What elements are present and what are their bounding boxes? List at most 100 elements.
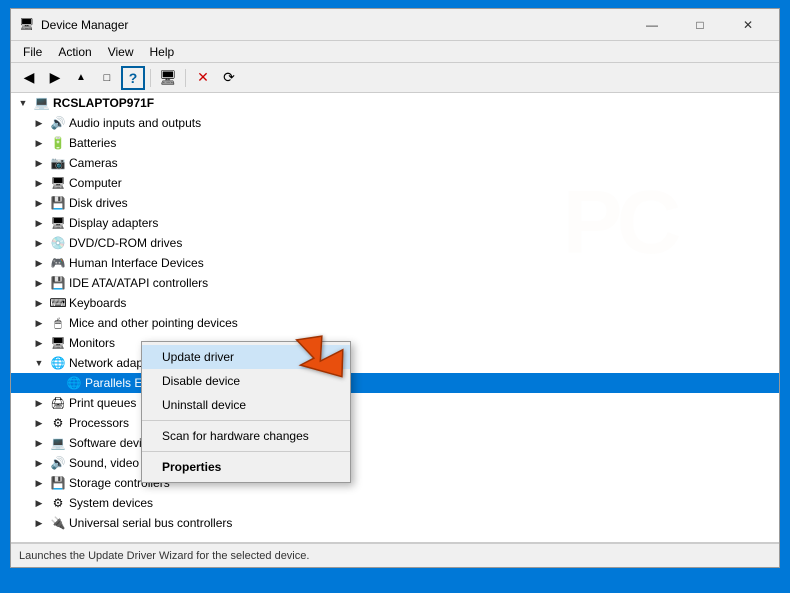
monitors-expand[interactable]: ▶ — [31, 335, 47, 351]
tree-item-storage[interactable]: ▶ 💾 Storage controllers — [11, 473, 779, 493]
ctx-sep1 — [142, 420, 350, 421]
ctx-uninstall-device[interactable]: Uninstall device — [142, 393, 350, 417]
context-menu: Update driver Disable device Uninstall d… — [141, 341, 351, 483]
menu-file[interactable]: File — [15, 43, 50, 61]
scan-button[interactable]: ⟳ — [217, 66, 241, 90]
disk-expand[interactable]: ▶ — [31, 195, 47, 211]
tree-item-computer[interactable]: ▶ 🖥 Computer — [11, 173, 779, 193]
display-icon: 🖥 — [50, 215, 66, 231]
computer-button[interactable]: 🖥 — [156, 66, 180, 90]
cameras-label: Cameras — [69, 156, 118, 170]
processors-icon: ⚙ — [50, 415, 66, 431]
mice-icon: 🖱 — [50, 315, 66, 331]
window-title: Device Manager — [41, 18, 629, 32]
software-expand[interactable]: ▶ — [31, 435, 47, 451]
audio-expand[interactable]: ▶ — [31, 115, 47, 131]
hid-icon: 🎮 — [50, 255, 66, 271]
mice-label: Mice and other pointing devices — [69, 316, 238, 330]
tree-item-ide[interactable]: ▶ 💾 IDE ATA/ATAPI controllers — [11, 273, 779, 293]
ctx-properties[interactable]: Properties — [142, 455, 350, 479]
cameras-expand[interactable]: ▶ — [31, 155, 47, 171]
show-hidden-button[interactable]: □ — [95, 66, 119, 90]
network-expand[interactable]: ▼ — [31, 355, 47, 371]
hid-expand[interactable]: ▶ — [31, 255, 47, 271]
device-tree[interactable]: PC ▼ 💻 RCSLAPTOP971F ▶ 🔊 Audio inputs an… — [11, 93, 779, 543]
batteries-icon: 🔋 — [50, 135, 66, 151]
tree-item-software[interactable]: ▶ 💻 Software devices — [11, 433, 779, 453]
processors-label: Processors — [69, 416, 129, 430]
ide-expand[interactable]: ▶ — [31, 275, 47, 291]
system-expand[interactable]: ▶ — [31, 495, 47, 511]
tree-item-hid[interactable]: ▶ 🎮 Human Interface Devices — [11, 253, 779, 273]
tree-item-parallels[interactable]: ▶ 🌐 Parallels Ethernet Adapter — [11, 373, 779, 393]
computer-expand[interactable]: ▶ — [31, 175, 47, 191]
software-icon: 💻 — [50, 435, 66, 451]
parallels-icon: 🌐 — [66, 375, 82, 391]
hid-label: Human Interface Devices — [69, 256, 204, 270]
processors-expand[interactable]: ▶ — [31, 415, 47, 431]
tree-item-keyboards[interactable]: ▶ ⌨ Keyboards — [11, 293, 779, 313]
tree-root[interactable]: ▼ 💻 RCSLAPTOP971F — [11, 93, 779, 113]
audio-icon: 🔊 — [50, 115, 66, 131]
ide-label: IDE ATA/ATAPI controllers — [69, 276, 208, 290]
dvd-expand[interactable]: ▶ — [31, 235, 47, 251]
mice-expand[interactable]: ▶ — [31, 315, 47, 331]
tree-item-usb[interactable]: ▶ 🔌 Universal serial bus controllers — [11, 513, 779, 533]
tree-item-dvd[interactable]: ▶ 💿 DVD/CD-ROM drives — [11, 233, 779, 253]
computer-label: Computer — [69, 176, 122, 190]
printq-icon: 🖨 — [50, 395, 66, 411]
keyboards-expand[interactable]: ▶ — [31, 295, 47, 311]
tree-item-cameras[interactable]: ▶ 📷 Cameras — [11, 153, 779, 173]
tree-item-printq[interactable]: ▶ 🖨 Print queues — [11, 393, 779, 413]
tree-item-mice[interactable]: ▶ 🖱 Mice and other pointing devices — [11, 313, 779, 333]
display-label: Display adapters — [69, 216, 158, 230]
cameras-icon: 📷 — [50, 155, 66, 171]
forward-button[interactable]: ▶ — [43, 66, 67, 90]
display-expand[interactable]: ▶ — [31, 215, 47, 231]
help-button[interactable]: ? — [121, 66, 145, 90]
tree-item-monitors[interactable]: ▶ 🖥 Monitors — [11, 333, 779, 353]
tree-item-processors[interactable]: ▶ ⚙ Processors — [11, 413, 779, 433]
maximize-button[interactable]: □ — [677, 10, 723, 40]
ctx-disable-device[interactable]: Disable device — [142, 369, 350, 393]
toolbar-sep1 — [150, 69, 151, 87]
batteries-expand[interactable]: ▶ — [31, 135, 47, 151]
monitors-label: Monitors — [69, 336, 115, 350]
menu-bar: File Action View Help — [11, 41, 779, 63]
menu-view[interactable]: View — [100, 43, 142, 61]
printq-expand[interactable]: ▶ — [31, 395, 47, 411]
disk-icon: 💾 — [50, 195, 66, 211]
keyboards-icon: ⌨ — [50, 295, 66, 311]
minimize-button[interactable]: — — [629, 10, 675, 40]
root-label: RCSLAPTOP971F — [53, 96, 154, 110]
printq-label: Print queues — [69, 396, 136, 410]
network-icon: 🌐 — [50, 355, 66, 371]
tree-item-disk[interactable]: ▶ 💾 Disk drives — [11, 193, 779, 213]
tree-item-display[interactable]: ▶ 🖥 Display adapters — [11, 213, 779, 233]
content-area: PC ▼ 💻 RCSLAPTOP971F ▶ 🔊 Audio inputs an… — [11, 93, 779, 567]
tree-item-audio[interactable]: ▶ 🔊 Audio inputs and outputs — [11, 113, 779, 133]
close-button[interactable]: ✕ — [725, 10, 771, 40]
device-manager-window: 🖥 Device Manager — □ ✕ File Action View … — [10, 8, 780, 568]
usb-icon: 🔌 — [50, 515, 66, 531]
menu-help[interactable]: Help — [142, 43, 183, 61]
dvd-icon: 💿 — [50, 235, 66, 251]
system-icon: ⚙ — [50, 495, 66, 511]
disk-label: Disk drives — [69, 196, 128, 210]
monitors-icon: 🖥 — [50, 335, 66, 351]
back-button[interactable]: ◀ — [17, 66, 41, 90]
tree-item-network[interactable]: ▼ 🌐 Network adapters — [11, 353, 779, 373]
sound-expand[interactable]: ▶ — [31, 455, 47, 471]
up-button[interactable]: ▲ — [69, 66, 93, 90]
tree-item-system[interactable]: ▶ ⚙ System devices — [11, 493, 779, 513]
menu-action[interactable]: Action — [50, 43, 99, 61]
root-expand[interactable]: ▼ — [15, 95, 31, 111]
ctx-scan[interactable]: Scan for hardware changes — [142, 424, 350, 448]
tree-item-sound[interactable]: ▶ 🔊 Sound, video and game controllers — [11, 453, 779, 473]
storage-expand[interactable]: ▶ — [31, 475, 47, 491]
remove-button[interactable]: ✕ — [191, 66, 215, 90]
tree-item-batteries[interactable]: ▶ 🔋 Batteries — [11, 133, 779, 153]
usb-expand[interactable]: ▶ — [31, 515, 47, 531]
ctx-update-driver[interactable]: Update driver — [142, 345, 350, 369]
title-bar: 🖥 Device Manager — □ ✕ — [11, 9, 779, 41]
